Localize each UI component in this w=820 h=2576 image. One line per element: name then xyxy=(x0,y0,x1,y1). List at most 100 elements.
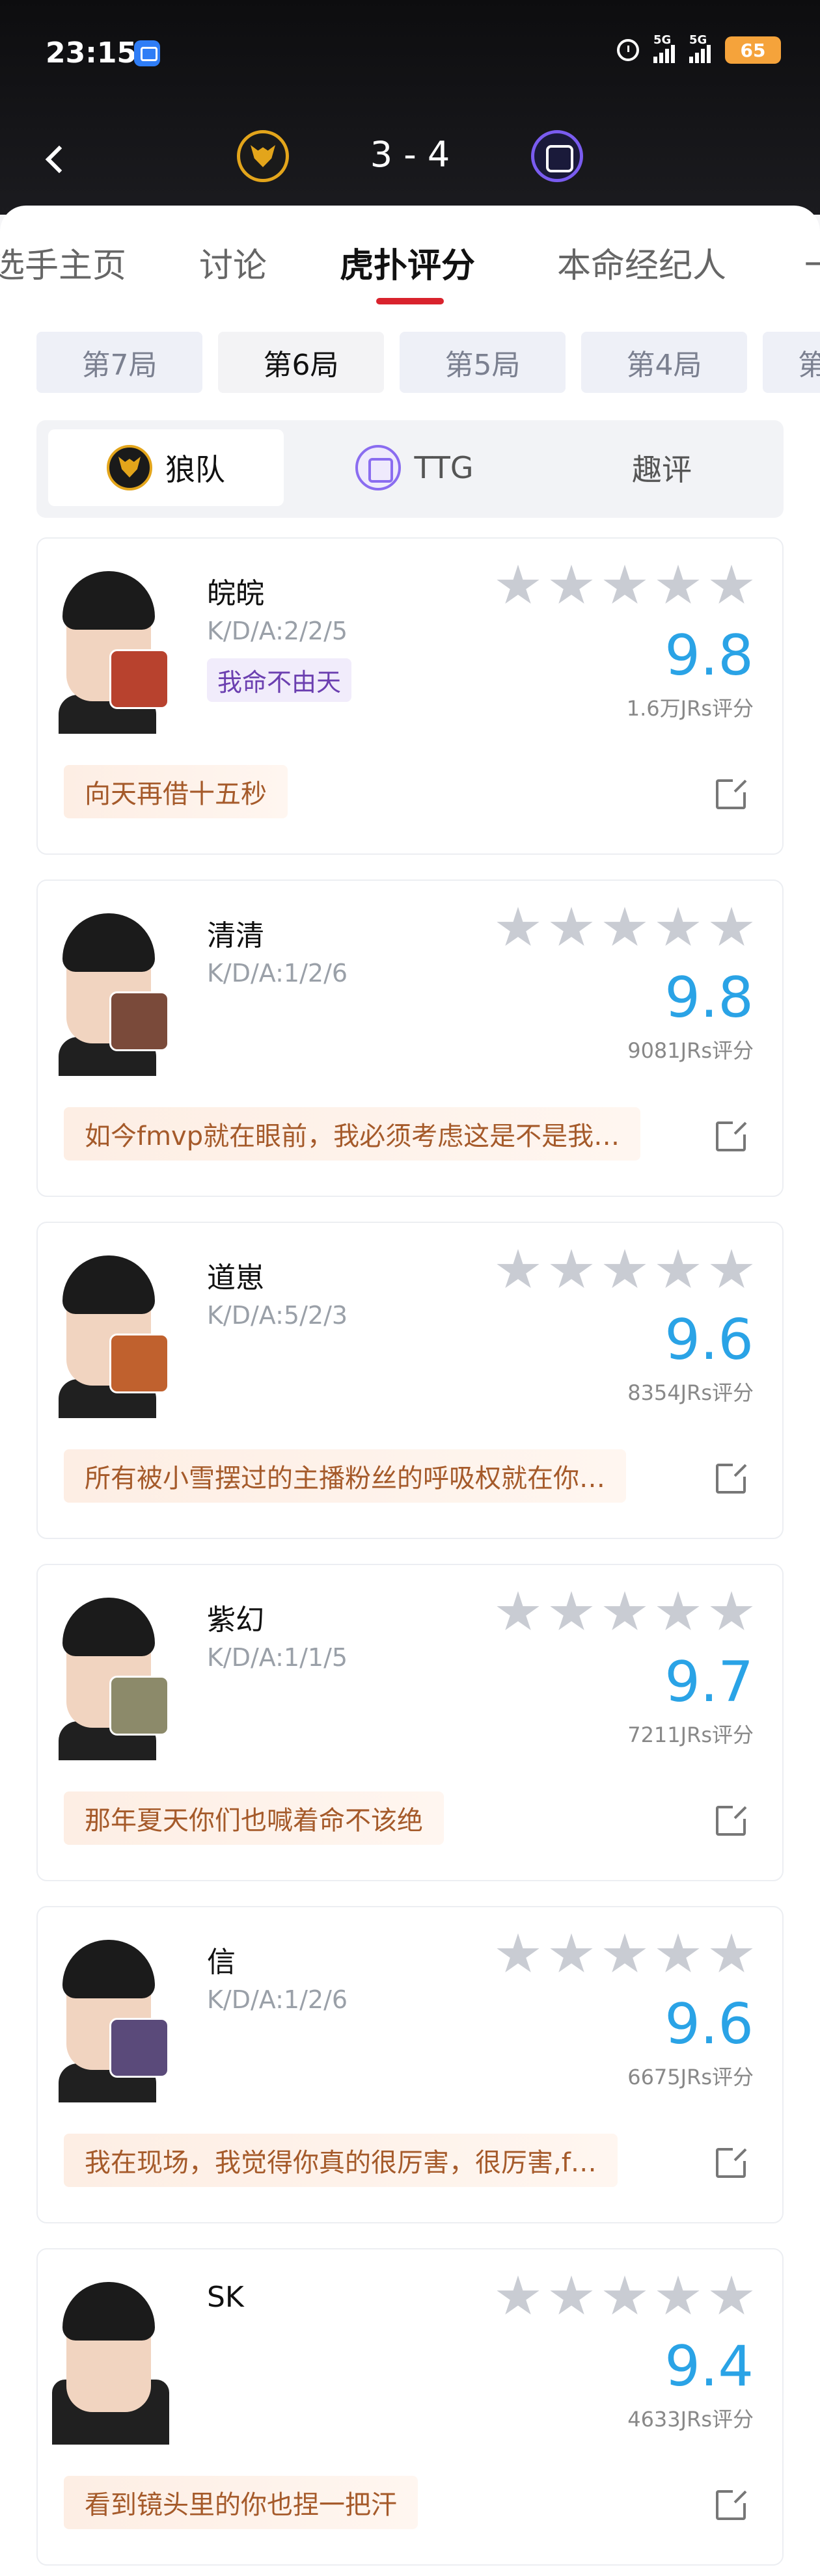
star-icon[interactable] xyxy=(603,565,646,604)
match-header: 23:15 5G 5G 65 3 - 4 xyxy=(0,0,820,215)
player-card[interactable]: 紫幻 K/D/A:1/1/5 9.7 7211JRs评分 那年夏天你们也喊着命不该绝 xyxy=(36,1564,784,1881)
back-icon[interactable] xyxy=(45,145,74,174)
hero-icon xyxy=(109,991,169,1051)
star-icon[interactable] xyxy=(497,2275,540,2315)
round-tab-5[interactable]: 第5局 xyxy=(400,332,566,393)
player-kda: K/D/A:5/2/3 xyxy=(207,1301,348,1330)
player-card[interactable]: 道崽 K/D/A:5/2/3 9.6 8354JRs评分所有被小雪摆过的主播粉丝的呼吸… xyxy=(36,1222,784,1539)
star-icon[interactable] xyxy=(550,1249,593,1289)
star-icon[interactable] xyxy=(710,1933,753,1973)
star-icon[interactable] xyxy=(710,565,753,604)
team-tab-fun-review[interactable]: 趣评 xyxy=(544,429,780,506)
round-tab-6[interactable]: 第6局 xyxy=(218,332,384,393)
top-comment[interactable]: 向天再借十五秒 xyxy=(64,765,288,818)
ttg-logo-icon xyxy=(355,445,402,490)
star-icon[interactable] xyxy=(710,1249,753,1289)
top-comment[interactable]: 看到镜头里的你也捏一把汗 xyxy=(64,2476,418,2529)
star-icon[interactable] xyxy=(603,1933,646,1973)
rating-stars[interactable] xyxy=(496,1591,754,1634)
hero-icon xyxy=(109,649,169,709)
rating-stars[interactable] xyxy=(496,1249,754,1292)
star-icon[interactable] xyxy=(603,907,646,946)
player-kda: K/D/A:1/1/5 xyxy=(207,1643,348,1672)
avatar xyxy=(52,2282,169,2445)
star-icon[interactable] xyxy=(550,907,593,946)
star-icon[interactable] xyxy=(710,2275,753,2315)
star-icon[interactable] xyxy=(497,1933,540,1973)
team-tab-ttg[interactable]: TTG xyxy=(297,429,532,506)
tab-hupu-rating[interactable]: 虎扑评分 xyxy=(340,238,475,287)
star-icon[interactable] xyxy=(657,1249,700,1289)
rating-stars[interactable] xyxy=(496,565,754,608)
signal-icon: 5G xyxy=(653,33,675,63)
team-tab-wolves[interactable]: 狼队 xyxy=(48,429,284,506)
player-card[interactable]: 信 K/D/A:1/2/6 9.6 6675JRs评分 我在现场，我觉得你真的很厉害，很… xyxy=(36,1906,784,2223)
player-name: 道崽 xyxy=(207,1261,264,1295)
avatar-hair xyxy=(62,1940,155,1998)
star-icon[interactable] xyxy=(657,2275,700,2315)
status-bar: 23:15 5G 5G 65 xyxy=(0,0,820,104)
player-card[interactable]: 清清 K/D/A:1/2/6 9.8 9081JRs评分 如今fmvp就在眼前，我必须考… xyxy=(36,879,784,1197)
match-score: 3 - 4 xyxy=(370,134,450,175)
rating-stars[interactable] xyxy=(496,1933,754,1976)
rating-score: 9.7 xyxy=(664,1650,754,1715)
star-icon[interactable] xyxy=(550,2275,593,2315)
star-icon[interactable] xyxy=(710,907,753,946)
rating-stars[interactable] xyxy=(496,2275,754,2318)
player-card[interactable]: SK 9.4 4633JRs评分 看到镜头里的你也捏一把汗 xyxy=(36,2248,784,2566)
star-icon[interactable] xyxy=(710,1591,753,1631)
share-icon[interactable] xyxy=(716,2147,747,2178)
share-icon[interactable] xyxy=(716,2489,747,2520)
wolves-logo-icon[interactable] xyxy=(237,130,289,182)
star-icon[interactable] xyxy=(603,1591,646,1631)
rating-score: 9.6 xyxy=(664,1308,754,1373)
player-card[interactable]: 皖皖 K/D/A:2/2/5 我命不由天 9.8 1.6万JRs评分 向天再借十五秒 xyxy=(36,537,784,855)
top-comment[interactable]: 如今fmvp就在眼前，我必须考虑这是不是我… xyxy=(64,1107,641,1161)
share-icon[interactable] xyxy=(716,778,747,809)
star-icon[interactable] xyxy=(497,907,540,946)
star-icon[interactable] xyxy=(657,565,700,604)
star-icon[interactable] xyxy=(550,565,593,604)
player-badge: 我命不由天 xyxy=(207,658,352,702)
player-name: 信 xyxy=(207,1946,236,1979)
star-icon[interactable] xyxy=(497,565,540,604)
star-icon[interactable] xyxy=(550,1591,593,1631)
avatar-hair xyxy=(62,1598,155,1656)
team-tab-label: 狼队 xyxy=(165,452,225,487)
star-icon[interactable] xyxy=(657,907,700,946)
rating-score: 9.8 xyxy=(664,965,754,1030)
rating-count: 8354JRs评分 xyxy=(627,1380,754,1405)
wolves-logo-icon xyxy=(107,445,152,490)
ttg-logo-icon[interactable] xyxy=(531,130,583,182)
round-tab-7[interactable]: 第7局 xyxy=(36,332,202,393)
star-icon[interactable] xyxy=(657,1591,700,1631)
tab-discussion[interactable]: 讨论 xyxy=(199,238,267,287)
top-comment[interactable]: 那年夏天你们也喊着命不该绝 xyxy=(64,1791,444,1845)
share-icon[interactable] xyxy=(716,1462,747,1494)
avatar-hair xyxy=(62,571,155,630)
tab-more[interactable]: 一 xyxy=(804,238,820,287)
top-comment[interactable]: 我在现场，我觉得你真的很厉害，很厉害,f… xyxy=(64,2134,618,2187)
rating-stars[interactable] xyxy=(496,907,754,950)
hero-icon xyxy=(109,1676,169,1736)
share-icon[interactable] xyxy=(716,1120,747,1151)
star-icon[interactable] xyxy=(603,2275,646,2315)
status-time: 23:15 xyxy=(46,36,137,70)
star-icon[interactable] xyxy=(657,1933,700,1973)
active-tab-indicator xyxy=(376,298,444,304)
player-name: 清清 xyxy=(207,919,264,952)
tab-player-home[interactable]: 选手主页 xyxy=(0,238,126,287)
star-icon[interactable] xyxy=(497,1249,540,1289)
share-icon[interactable] xyxy=(716,1805,747,1836)
round-tab-3[interactable]: 第 xyxy=(763,332,820,393)
top-comment[interactable]: 所有被小雪摆过的主播粉丝的呼吸权就在你… xyxy=(64,1449,626,1503)
round-tab-4[interactable]: 第4局 xyxy=(581,332,747,393)
signal-label: 5G xyxy=(653,33,672,47)
tab-agent[interactable]: 本命经纪人 xyxy=(557,238,726,287)
star-icon[interactable] xyxy=(603,1249,646,1289)
star-icon[interactable] xyxy=(497,1591,540,1631)
player-kda: K/D/A:1/2/6 xyxy=(207,1985,348,2014)
star-icon[interactable] xyxy=(550,1933,593,1973)
hero-icon xyxy=(109,2018,169,2078)
player-name: SK xyxy=(207,2281,244,2314)
